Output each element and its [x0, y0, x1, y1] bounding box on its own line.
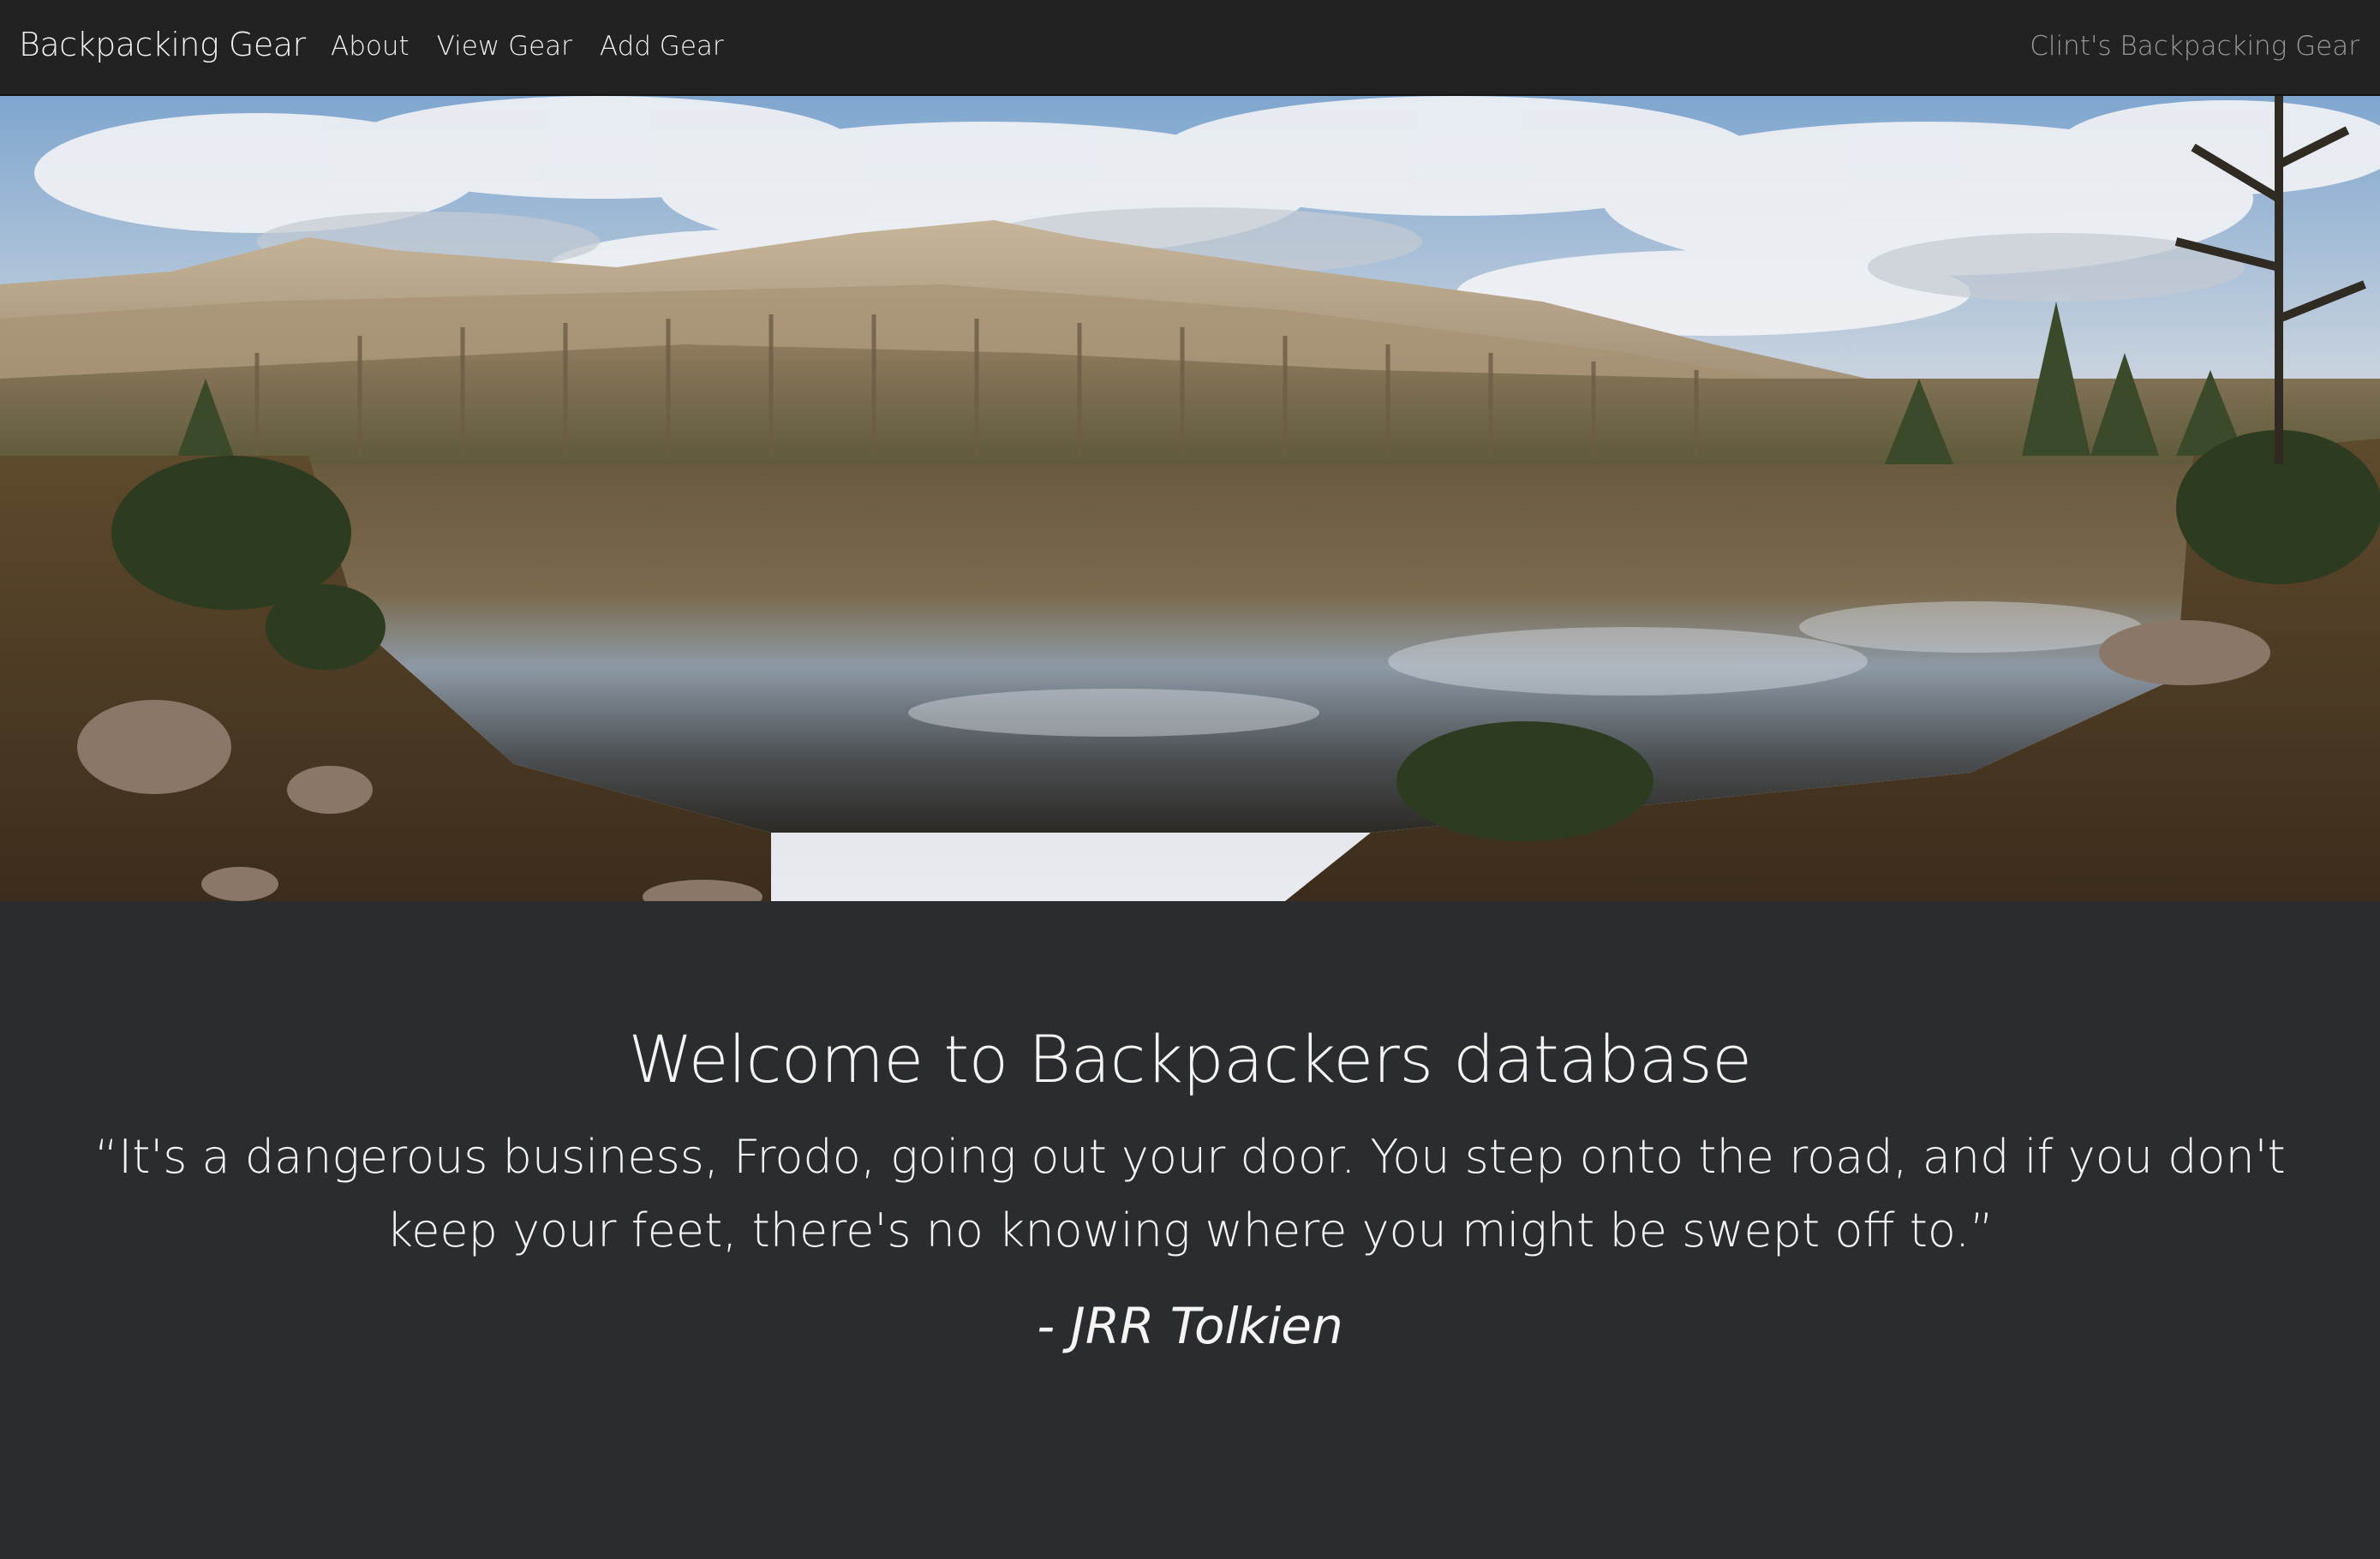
nav-links: About View Gear Add Gear: [331, 31, 724, 62]
landscape-photo: [0, 96, 2380, 901]
main-content: Welcome to Backpackers database “It's a …: [0, 901, 2380, 1559]
navbar-site-owner: Clint's Backpacking Gear: [2030, 31, 2359, 62]
nav-link-view-gear[interactable]: View Gear: [437, 31, 572, 62]
hero-banner-image: [0, 96, 2380, 901]
page-title: Welcome to Backpackers database: [628, 1021, 1752, 1097]
nav-link-about[interactable]: About: [331, 31, 410, 62]
nav-link-add-gear[interactable]: Add Gear: [600, 31, 724, 62]
navbar: Backpacking Gear About View Gear Add Gea…: [0, 0, 2380, 96]
quote-author: - JRR Tolkien: [1037, 1297, 1343, 1355]
navbar-brand[interactable]: Backpacking Gear: [19, 26, 306, 63]
quote-text: “It's a dangerous business, Frodo, going…: [94, 1130, 2286, 1257]
